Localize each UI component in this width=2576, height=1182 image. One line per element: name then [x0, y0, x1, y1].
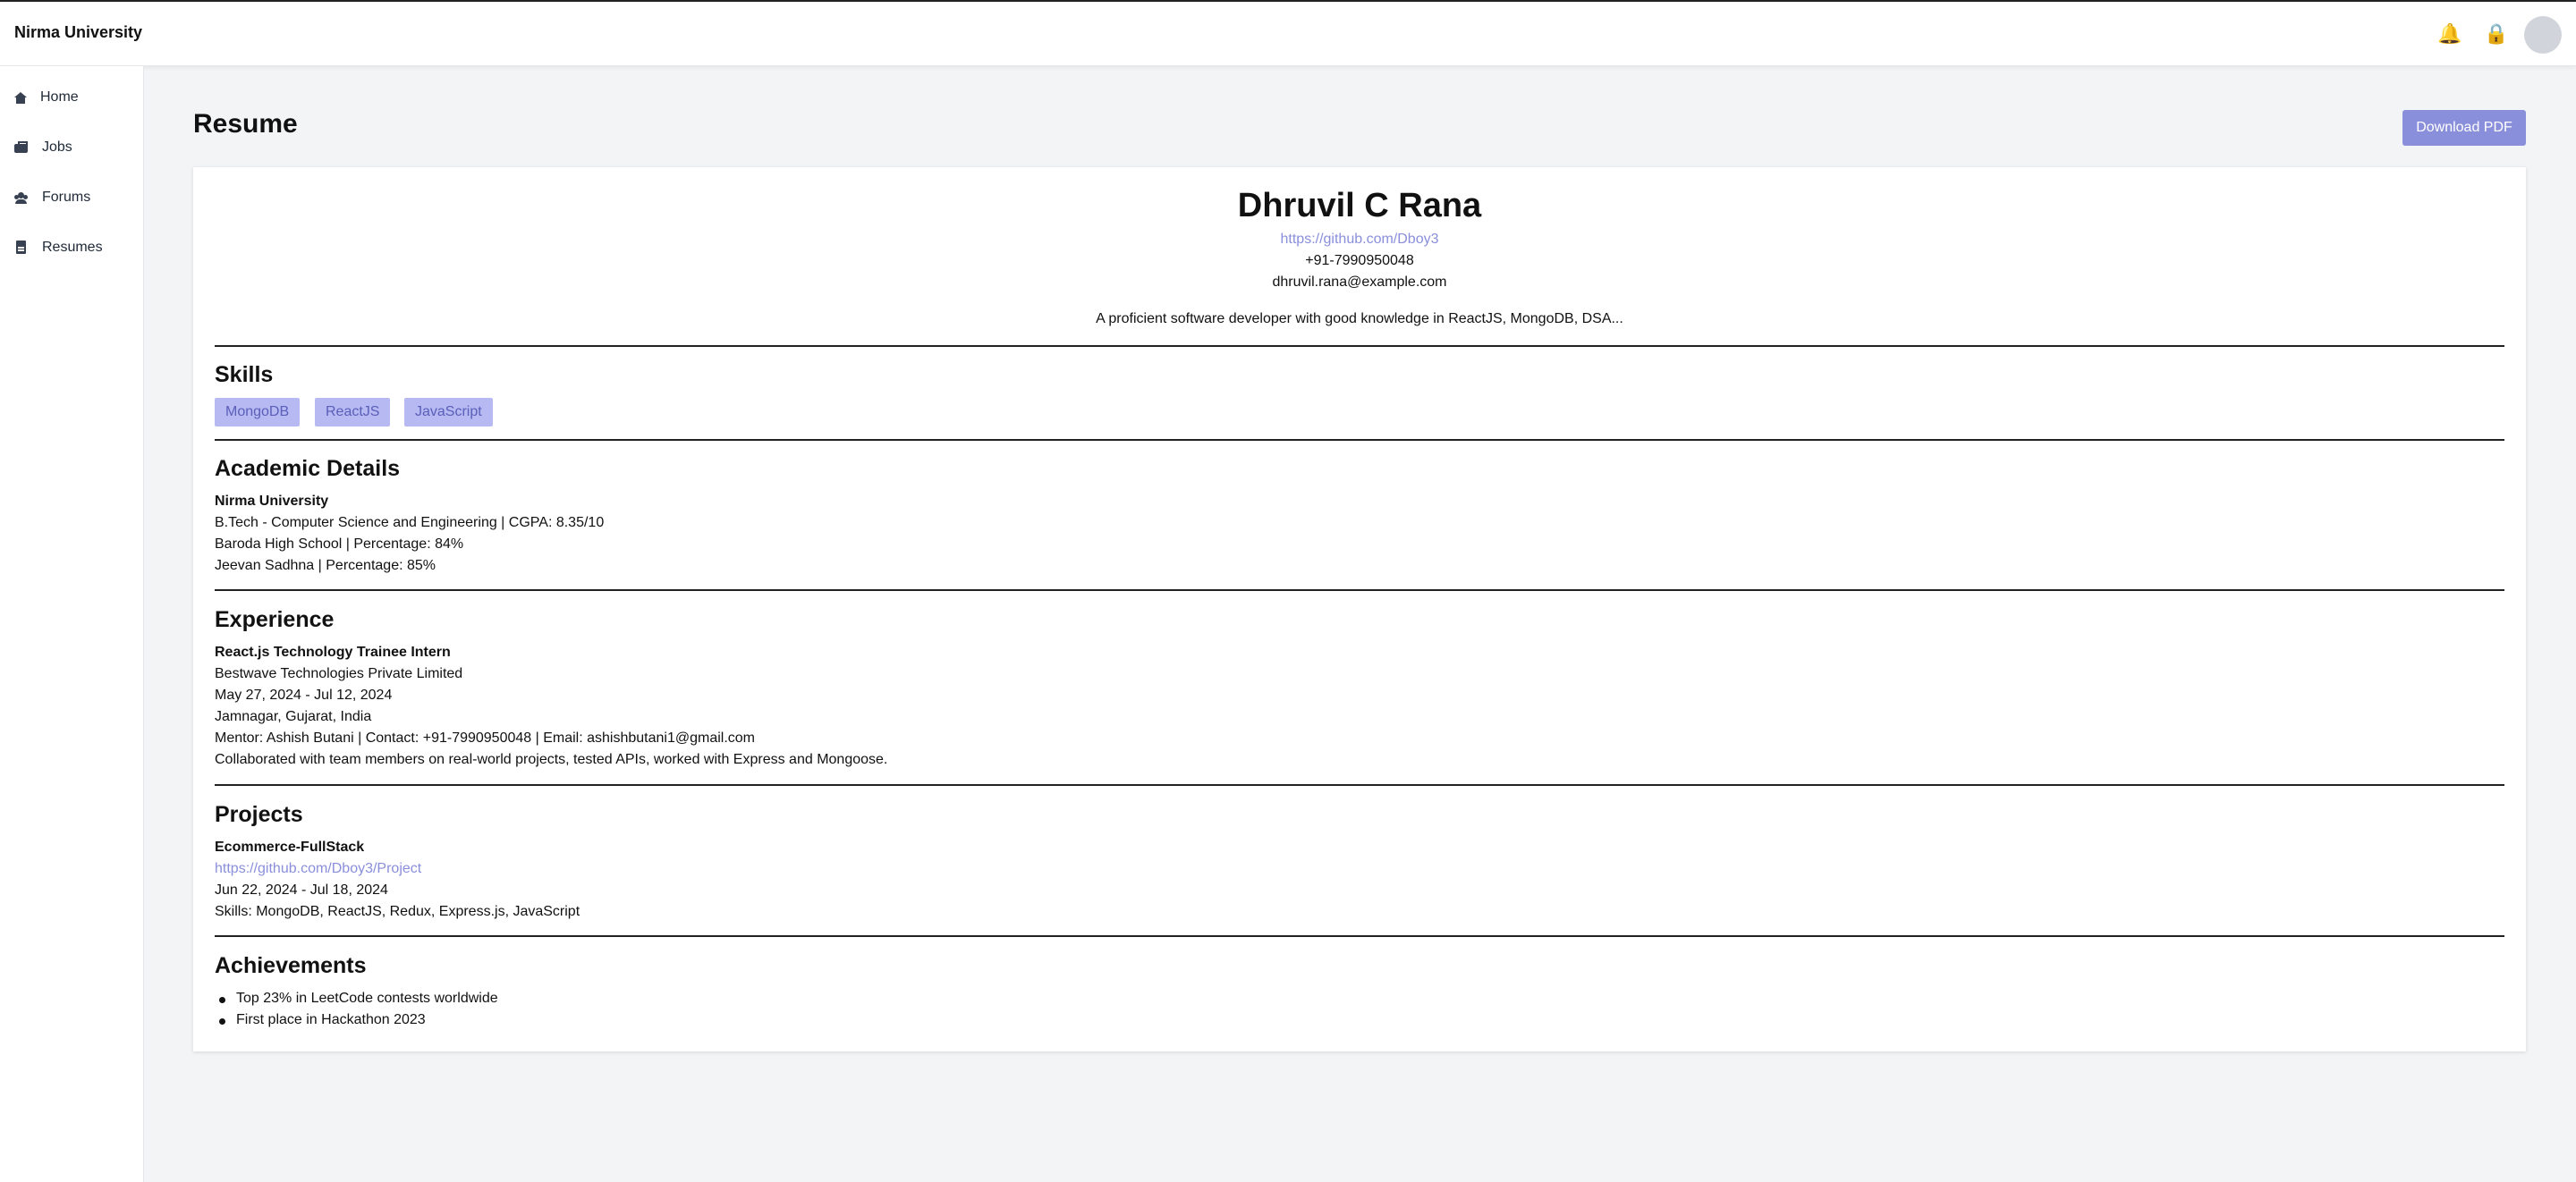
experience-dates: May 27, 2024 - Jul 12, 2024 [215, 688, 393, 703]
resume-name: Dhruvil C Rana [1237, 187, 1482, 224]
sidebar-item-jobs[interactable]: Jobs [14, 134, 72, 161]
sidebar-item-forums[interactable]: Forums [14, 184, 90, 211]
academic-line: Jeevan Sadhna | Percentage: 85% [215, 558, 436, 573]
achievement-item: First place in Hackathon 2023 [236, 1012, 426, 1027]
bell-icon[interactable]: 🔔 [2437, 21, 2462, 46]
sidebar-item-label: Forums [42, 190, 91, 205]
page-title: Resume [193, 109, 298, 139]
experience-description: Collaborated with team members on real-w… [215, 752, 888, 767]
github-link[interactable]: https://github.com/Dboy3 [193, 232, 2526, 248]
skill-chip: JavaScript [404, 398, 493, 426]
experience-mentor: Mentor: Ashish Butani | Contact: +91-799… [215, 730, 756, 746]
lock-icon[interactable]: 🔒 [2484, 21, 2508, 46]
avatar[interactable] [2524, 16, 2562, 54]
resume-card: Dhruvil C Rana https://github.com/Dboy3 … [193, 167, 2526, 1051]
sidebar-item-label: Resumes [42, 240, 103, 255]
section-divider [215, 784, 2504, 786]
sidebar-item-label: Jobs [42, 139, 72, 155]
briefcase-icon [14, 140, 29, 155]
bullet-icon [219, 997, 225, 1003]
project-skills: Skills: MongoDB, ReactJS, Redux, Express… [215, 904, 580, 919]
skills-heading: Skills [215, 362, 274, 387]
project-name: Ecommerce-FullStack [215, 840, 365, 855]
academic-heading: Academic Details [215, 456, 401, 481]
summary: A proficient software developer with goo… [1096, 311, 1623, 326]
sidebar-item-resumes[interactable]: Resumes [14, 234, 103, 261]
sidebar-item-label: Home [40, 89, 79, 105]
email-address: dhruvil.rana@example.com [1272, 274, 1447, 290]
section-divider [215, 439, 2504, 441]
experience-location: Jamnagar, Gujarat, India [215, 709, 372, 724]
top-navbar: Nirma University 🔔 🔒 [0, 2, 2576, 66]
projects-heading: Projects [215, 802, 303, 827]
skill-chip: ReactJS [315, 398, 391, 426]
download-pdf-button[interactable]: Download PDF [2402, 110, 2526, 146]
sidebar-item-home[interactable]: Home [14, 84, 79, 111]
file-icon [14, 241, 29, 255]
section-divider [215, 935, 2504, 937]
academic-institution: Nirma University [215, 494, 329, 509]
achievements-heading: Achievements [215, 953, 367, 978]
project-link[interactable]: https://github.com/Dboy3/Project [215, 861, 421, 877]
achievement-item: Top 23% in LeetCode contests worldwide [236, 991, 498, 1006]
skill-chip: MongoDB [215, 398, 301, 426]
section-divider [215, 345, 2504, 347]
academic-line: B.Tech - Computer Science and Engineerin… [215, 515, 605, 530]
experience-role: React.js Technology Trainee Intern [215, 645, 451, 660]
experience-company: Bestwave Technologies Private Limited [215, 666, 463, 681]
experience-heading: Experience [215, 607, 335, 632]
section-divider [215, 589, 2504, 591]
bullet-icon [219, 1018, 225, 1025]
sidebar: Home Jobs Forums Resumes [0, 66, 144, 1182]
phone-number: +91-7990950048 [1305, 253, 1414, 268]
project-dates: Jun 22, 2024 - Jul 18, 2024 [215, 882, 388, 898]
brand-title[interactable]: Nirma University [14, 23, 142, 42]
users-icon [14, 190, 29, 205]
academic-line: Baroda High School | Percentage: 84% [215, 536, 464, 552]
home-icon [14, 91, 27, 104]
